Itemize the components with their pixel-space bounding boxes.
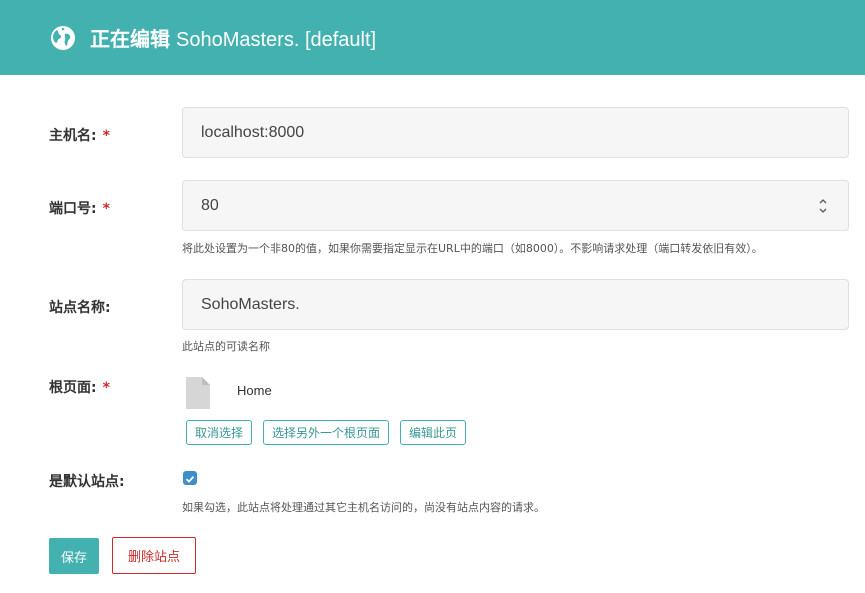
- required-marker: *: [102, 201, 110, 217]
- hostname-label: 主机名: *: [49, 125, 110, 145]
- globe-icon: [51, 25, 75, 50]
- checkmark-icon: [185, 475, 195, 483]
- number-spinner-icon[interactable]: [816, 193, 830, 219]
- title-verb: 正在编辑: [90, 27, 170, 51]
- port-label-text: 端口号:: [49, 201, 97, 217]
- root-page-label-text: 根页面:: [49, 380, 97, 396]
- is-default-checkbox[interactable]: [183, 471, 197, 485]
- page-title: 正在编辑 SohoMasters. [default]: [90, 23, 376, 52]
- site-name-help-text: 此站点的可读名称: [182, 340, 270, 353]
- root-page-title: Home: [237, 383, 272, 398]
- edit-page-button[interactable]: 编辑此页: [400, 420, 467, 445]
- port-help-text: 将此处设置为一个非80的值，如果你需要指定显示在URL中的端口（如8000）。不…: [182, 242, 763, 255]
- page-header: 正在编辑 SohoMasters. [default]: [0, 0, 865, 75]
- delete-site-button[interactable]: 删除站点: [112, 537, 196, 574]
- port-label: 端口号: *: [49, 198, 110, 218]
- port-input[interactable]: [182, 180, 849, 231]
- root-page-label: 根页面: *: [49, 377, 110, 397]
- choose-another-root-page-button[interactable]: 选择另外一个根页面: [263, 420, 390, 445]
- required-marker: *: [102, 128, 110, 144]
- title-site-name: SohoMasters. [default]: [176, 29, 377, 51]
- save-button[interactable]: 保存: [49, 538, 99, 574]
- hostname-input[interactable]: [182, 107, 849, 158]
- clear-choice-button[interactable]: 取消选择: [186, 420, 253, 445]
- is-default-help-text: 如果勾选，此站点将处理通过其它主机名访问的，尚没有站点内容的请求。: [182, 501, 545, 514]
- site-name-input[interactable]: [182, 279, 849, 330]
- site-name-label: 站点名称:: [49, 300, 111, 316]
- document-icon: [186, 377, 210, 409]
- is-default-label: 是默认站点:: [49, 474, 125, 490]
- hostname-label-text: 主机名:: [49, 128, 97, 144]
- required-marker: *: [102, 380, 110, 396]
